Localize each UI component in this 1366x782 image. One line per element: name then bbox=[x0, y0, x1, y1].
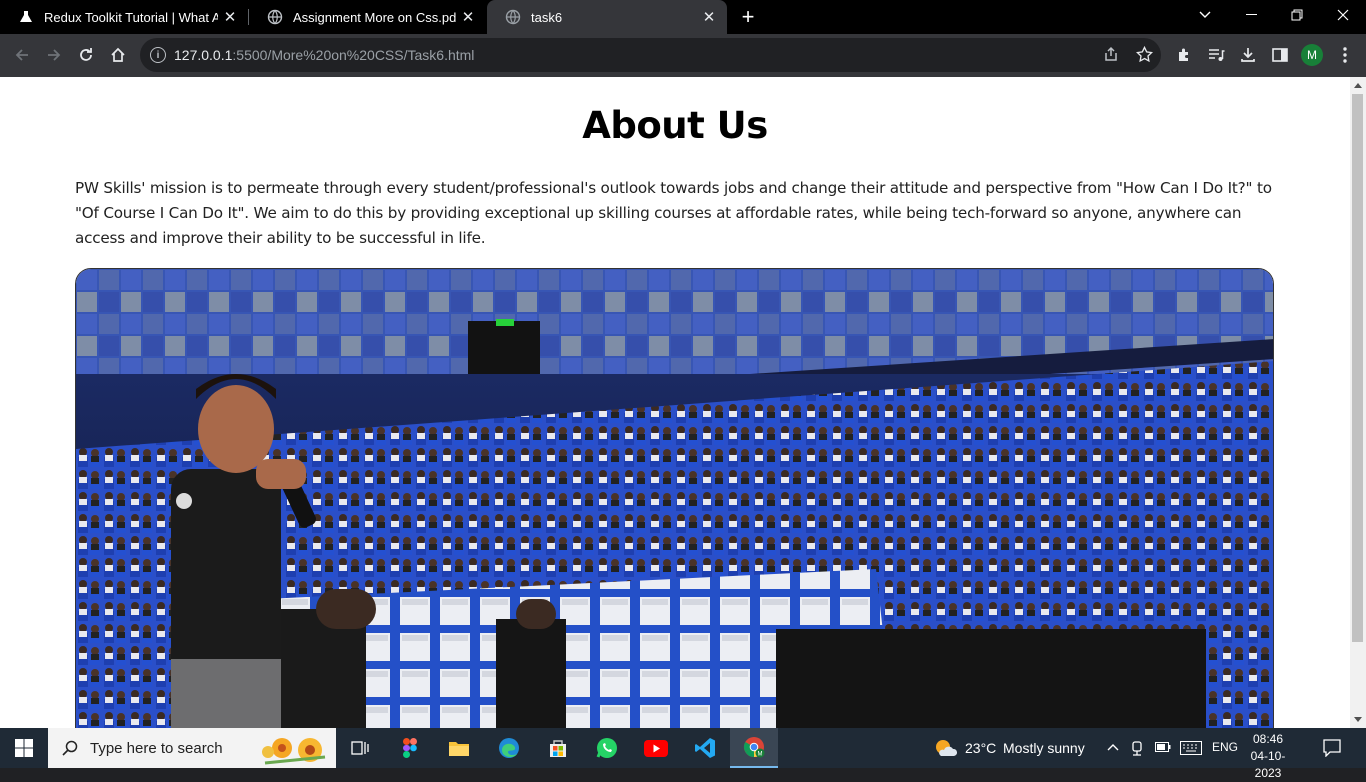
windows-taskbar: Type here to search M 23°C Mostly sunny bbox=[0, 728, 1366, 780]
download-icon[interactable] bbox=[1236, 43, 1260, 67]
webcam-tray-icon[interactable] bbox=[1131, 740, 1145, 756]
tab-title: Redux Toolkit Tutorial | What Ab bbox=[44, 9, 218, 25]
restore-button[interactable] bbox=[1274, 0, 1320, 30]
tab-strip: Redux Toolkit Tutorial | What Ab ✕ Assig… bbox=[0, 0, 1366, 34]
tab-task6[interactable]: task6 ✕ bbox=[487, 0, 727, 34]
globe-favicon-icon bbox=[505, 9, 521, 25]
scroll-down-arrow-icon[interactable] bbox=[1354, 717, 1362, 722]
close-tab-icon[interactable]: ✕ bbox=[218, 5, 242, 29]
weather-sun-cloud-icon bbox=[933, 737, 957, 759]
side-panel-icon[interactable] bbox=[1268, 43, 1292, 67]
reload-button[interactable] bbox=[71, 40, 101, 70]
bookmark-star-icon[interactable] bbox=[1132, 42, 1156, 66]
address-bar[interactable]: i 127.0.0.1:5500/More%20on%20CSS/Task6.h… bbox=[140, 38, 1161, 72]
tab-title: task6 bbox=[531, 9, 563, 25]
whatsapp-icon[interactable] bbox=[583, 728, 631, 768]
search-placeholder: Type here to search bbox=[90, 739, 223, 757]
clock-time: 08:46 bbox=[1252, 732, 1284, 746]
browser-toolbar: i 127.0.0.1:5500/More%20on%20CSS/Task6.h… bbox=[0, 34, 1366, 77]
back-button[interactable] bbox=[7, 40, 37, 70]
globe-favicon-icon bbox=[267, 9, 283, 25]
tab-title: Assignment More on Css.pdf bbox=[293, 9, 456, 25]
youtube-icon[interactable] bbox=[632, 728, 680, 768]
share-icon[interactable] bbox=[1099, 42, 1123, 66]
battery-tray-icon[interactable] bbox=[1155, 742, 1171, 752]
close-tab-icon[interactable]: ✕ bbox=[697, 5, 721, 29]
weather-description[interactable]: Mostly sunny bbox=[1003, 740, 1085, 756]
new-tab-button[interactable]: + bbox=[735, 4, 761, 30]
url-text: 127.0.0.1:5500/More%20on%20CSS/Task6.htm… bbox=[174, 47, 475, 63]
menu-kebab-icon[interactable] bbox=[1333, 43, 1357, 67]
vertical-scrollbar[interactable] bbox=[1350, 77, 1366, 728]
chrome-app-icon[interactable]: M bbox=[730, 728, 778, 768]
edge-browser-icon[interactable] bbox=[485, 728, 533, 768]
close-tab-icon[interactable]: ✕ bbox=[456, 5, 480, 29]
scroll-up-arrow-icon[interactable] bbox=[1354, 83, 1362, 88]
auditorium-image bbox=[76, 269, 1273, 728]
notification-center-icon[interactable] bbox=[1323, 739, 1341, 757]
media-controls-icon[interactable] bbox=[1204, 43, 1228, 67]
tab-search-chevron-icon[interactable] bbox=[1182, 0, 1228, 30]
system-clock[interactable]: 08:46 04-10-2023 bbox=[1238, 731, 1298, 782]
flask-favicon-icon bbox=[18, 9, 34, 25]
tab-redux-tutorial[interactable]: Redux Toolkit Tutorial | What Ab ✕ bbox=[0, 0, 248, 34]
svg-text:M: M bbox=[758, 752, 763, 758]
vscode-icon[interactable] bbox=[681, 728, 729, 768]
figma-app-icon[interactable] bbox=[386, 728, 434, 768]
forward-button[interactable] bbox=[39, 40, 69, 70]
tray-chevron-up-icon[interactable] bbox=[1107, 743, 1119, 751]
search-icon bbox=[62, 740, 78, 756]
home-button[interactable] bbox=[103, 40, 133, 70]
clock-date: 04-10-2023 bbox=[1250, 749, 1286, 780]
task-view-button[interactable] bbox=[336, 728, 384, 768]
site-info-icon[interactable]: i bbox=[150, 47, 166, 63]
minimize-button[interactable] bbox=[1228, 0, 1274, 30]
weather-temperature[interactable]: 23°C bbox=[965, 740, 996, 756]
taskbar-search-box[interactable]: Type here to search bbox=[48, 728, 336, 768]
scrollbar-thumb[interactable] bbox=[1352, 94, 1363, 642]
search-highlight-flowers-icon bbox=[260, 730, 330, 766]
page-viewport: About Us PW Skills' mission is to permea… bbox=[0, 77, 1350, 728]
profile-avatar[interactable]: M bbox=[1301, 44, 1323, 66]
tab-assignment-pdf[interactable]: Assignment More on Css.pdf ✕ bbox=[249, 0, 486, 34]
microsoft-store-icon[interactable] bbox=[534, 728, 582, 768]
mission-paragraph: PW Skills' mission is to permeate throug… bbox=[75, 179, 1272, 247]
extensions-puzzle-icon[interactable] bbox=[1172, 43, 1196, 67]
start-button[interactable] bbox=[0, 728, 48, 768]
file-explorer-icon[interactable] bbox=[435, 728, 483, 768]
page-title: About Us bbox=[582, 104, 768, 147]
input-language[interactable]: ENG bbox=[1212, 740, 1238, 754]
keyboard-tray-icon[interactable] bbox=[1180, 741, 1202, 755]
close-window-button[interactable] bbox=[1320, 0, 1366, 30]
auditorium-photo bbox=[75, 268, 1274, 728]
